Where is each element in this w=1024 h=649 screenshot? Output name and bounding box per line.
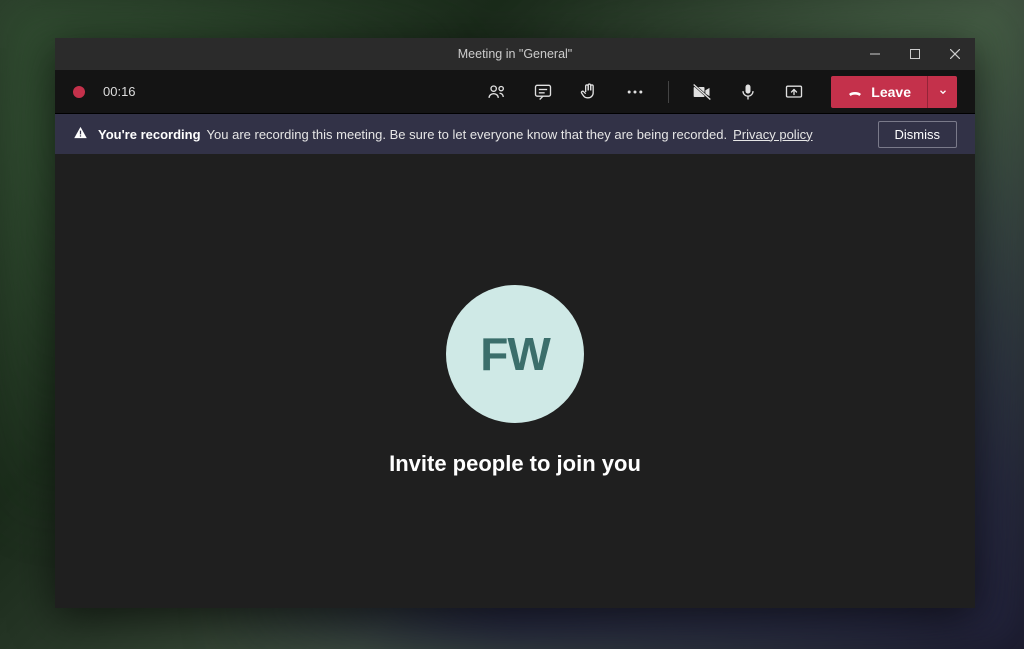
leave-button-group: Leave [831,76,957,108]
privacy-policy-link[interactable]: Privacy policy [733,127,812,142]
toolbar-separator [668,81,669,103]
chevron-down-icon [938,87,948,97]
warning-icon [73,125,88,143]
meeting-window: Meeting in "General" 00:16 [55,38,975,608]
meeting-timer: 00:16 [103,84,136,99]
hangup-icon [847,84,863,100]
share-screen-icon[interactable] [777,75,811,109]
microphone-icon[interactable] [731,75,765,109]
invite-prompt: Invite people to join you [389,451,641,477]
avatar: FW [446,285,584,423]
close-button[interactable] [935,38,975,70]
title-bar: Meeting in "General" [55,38,975,70]
banner-message: You are recording this meeting. Be sure … [207,127,728,142]
camera-off-icon[interactable] [685,75,719,109]
maximize-button[interactable] [895,38,935,70]
chat-icon[interactable] [526,75,560,109]
raise-hand-icon[interactable] [572,75,606,109]
recording-banner: You're recording You are recording this … [55,114,975,154]
dismiss-button[interactable]: Dismiss [878,121,958,148]
meeting-toolbar: 00:16 Leave [55,70,975,114]
leave-button[interactable]: Leave [831,76,927,108]
banner-title: You're recording [98,127,201,142]
window-title: Meeting in "General" [458,47,573,61]
window-controls [855,38,975,70]
minimize-button[interactable] [855,38,895,70]
meeting-stage: FW Invite people to join you [55,154,975,608]
more-actions-icon[interactable] [618,75,652,109]
recording-indicator-icon [73,86,85,98]
leave-button-label: Leave [871,84,911,100]
participants-icon[interactable] [480,75,514,109]
leave-options-button[interactable] [927,76,957,108]
